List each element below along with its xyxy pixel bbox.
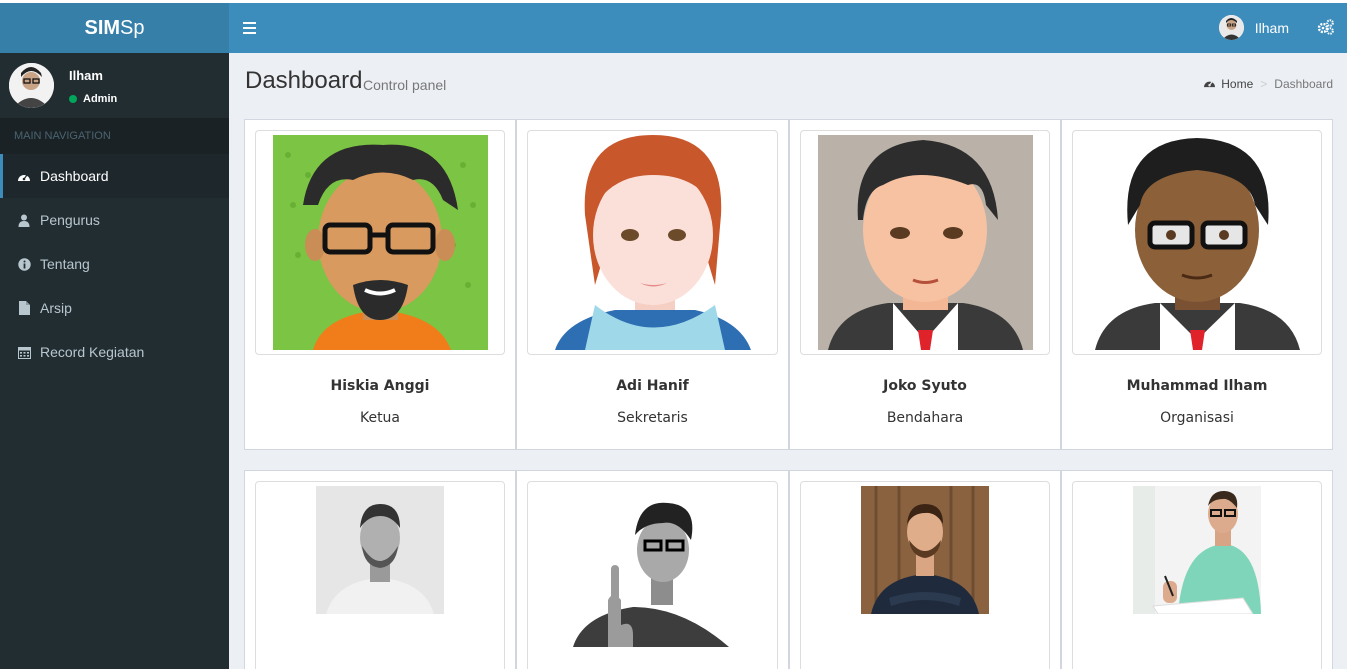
- user-menu[interactable]: Ilham: [1218, 15, 1289, 40]
- file-icon: [17, 301, 31, 315]
- member-role: Sekretaris: [617, 410, 688, 426]
- page-subtitle: Control panel: [363, 77, 447, 93]
- sidebar-toggle-icon[interactable]: [243, 18, 257, 38]
- header-user-name: Ilham: [1254, 19, 1289, 36]
- top-navbar: Ilham: [229, 3, 1347, 53]
- member-avatar: [555, 135, 751, 350]
- member-card[interactable]: [789, 470, 1061, 669]
- breadcrumb-home-link[interactable]: Home: [1221, 77, 1253, 91]
- sidebar-item-label: Arsip: [40, 300, 72, 316]
- breadcrumb-current: Dashboard: [1274, 77, 1333, 91]
- member-photo: [861, 486, 989, 614]
- member-role: Ketua: [359, 410, 401, 426]
- sidebar-item-label: Dashboard: [40, 168, 109, 184]
- member-name: Joko Syuto: [883, 378, 967, 394]
- sidebar-item-tentang[interactable]: Tentang: [0, 242, 229, 286]
- member-card[interactable]: Adi Hanif Sekretaris: [516, 119, 789, 450]
- online-status-icon: [69, 95, 77, 103]
- user-status-label: Admin: [83, 93, 118, 105]
- gears-icon[interactable]: [1317, 17, 1335, 37]
- breadcrumb: Home > Dashboard: [1203, 77, 1333, 91]
- sidebar-user-name: Ilham: [69, 68, 103, 83]
- sidebar-item-pengurus[interactable]: Pengurus: [0, 198, 229, 242]
- logo-bold: SIM: [84, 16, 121, 39]
- member-photo: [316, 486, 444, 614]
- sidebar-item-label: Tentang: [40, 256, 90, 272]
- dashboard-icon: [17, 169, 31, 183]
- member-role: Bendahara: [886, 410, 964, 426]
- member-role: Organisasi: [1160, 410, 1234, 426]
- member-name: Muhammad Ilham: [1126, 378, 1268, 394]
- calendar-icon: [17, 345, 31, 359]
- logo-light: Sp: [120, 16, 145, 39]
- member-card[interactable]: [1061, 470, 1333, 669]
- member-name: Adi Hanif: [616, 378, 689, 394]
- member-avatar: [1090, 135, 1305, 350]
- member-photo: [573, 495, 729, 647]
- member-card[interactable]: [516, 470, 789, 669]
- member-name: Hiskia Anggi: [330, 378, 430, 394]
- sidebar-item-dashboard[interactable]: Dashboard: [0, 154, 229, 198]
- avatar: [9, 63, 54, 108]
- user-status: Admin: [69, 93, 117, 105]
- member-avatar: [818, 135, 1033, 350]
- user-panel: Ilham Admin: [0, 53, 229, 118]
- member-avatar: [273, 135, 488, 350]
- member-card[interactable]: Muhammad Ilham Organisasi: [1061, 119, 1333, 450]
- info-icon: [17, 257, 31, 271]
- avatar: [1218, 15, 1244, 40]
- sidebar: Ilham Admin MAIN NAVIGATION Dashboard Pe…: [0, 53, 229, 669]
- sidebar-item-arsip[interactable]: Arsip: [0, 286, 229, 330]
- sidebar-item-label: Record Kegiatan: [40, 344, 145, 360]
- member-card[interactable]: Joko Syuto Bendahara: [789, 119, 1061, 450]
- user-icon: [17, 213, 31, 227]
- member-photo: [1133, 486, 1261, 614]
- member-card[interactable]: Hiskia Anggi Ketua: [244, 119, 516, 450]
- sidebar-item-record-kegiatan[interactable]: Record Kegiatan: [0, 330, 229, 374]
- member-card[interactable]: [244, 470, 516, 669]
- breadcrumb-separator: >: [1260, 77, 1268, 91]
- sidebar-item-label: Pengurus: [40, 212, 100, 228]
- dashboard-icon: [1203, 77, 1216, 91]
- nav-header: MAIN NAVIGATION: [0, 118, 229, 154]
- page-title: Dashboard: [245, 67, 363, 94]
- app-logo[interactable]: SIM Sp: [0, 3, 229, 53]
